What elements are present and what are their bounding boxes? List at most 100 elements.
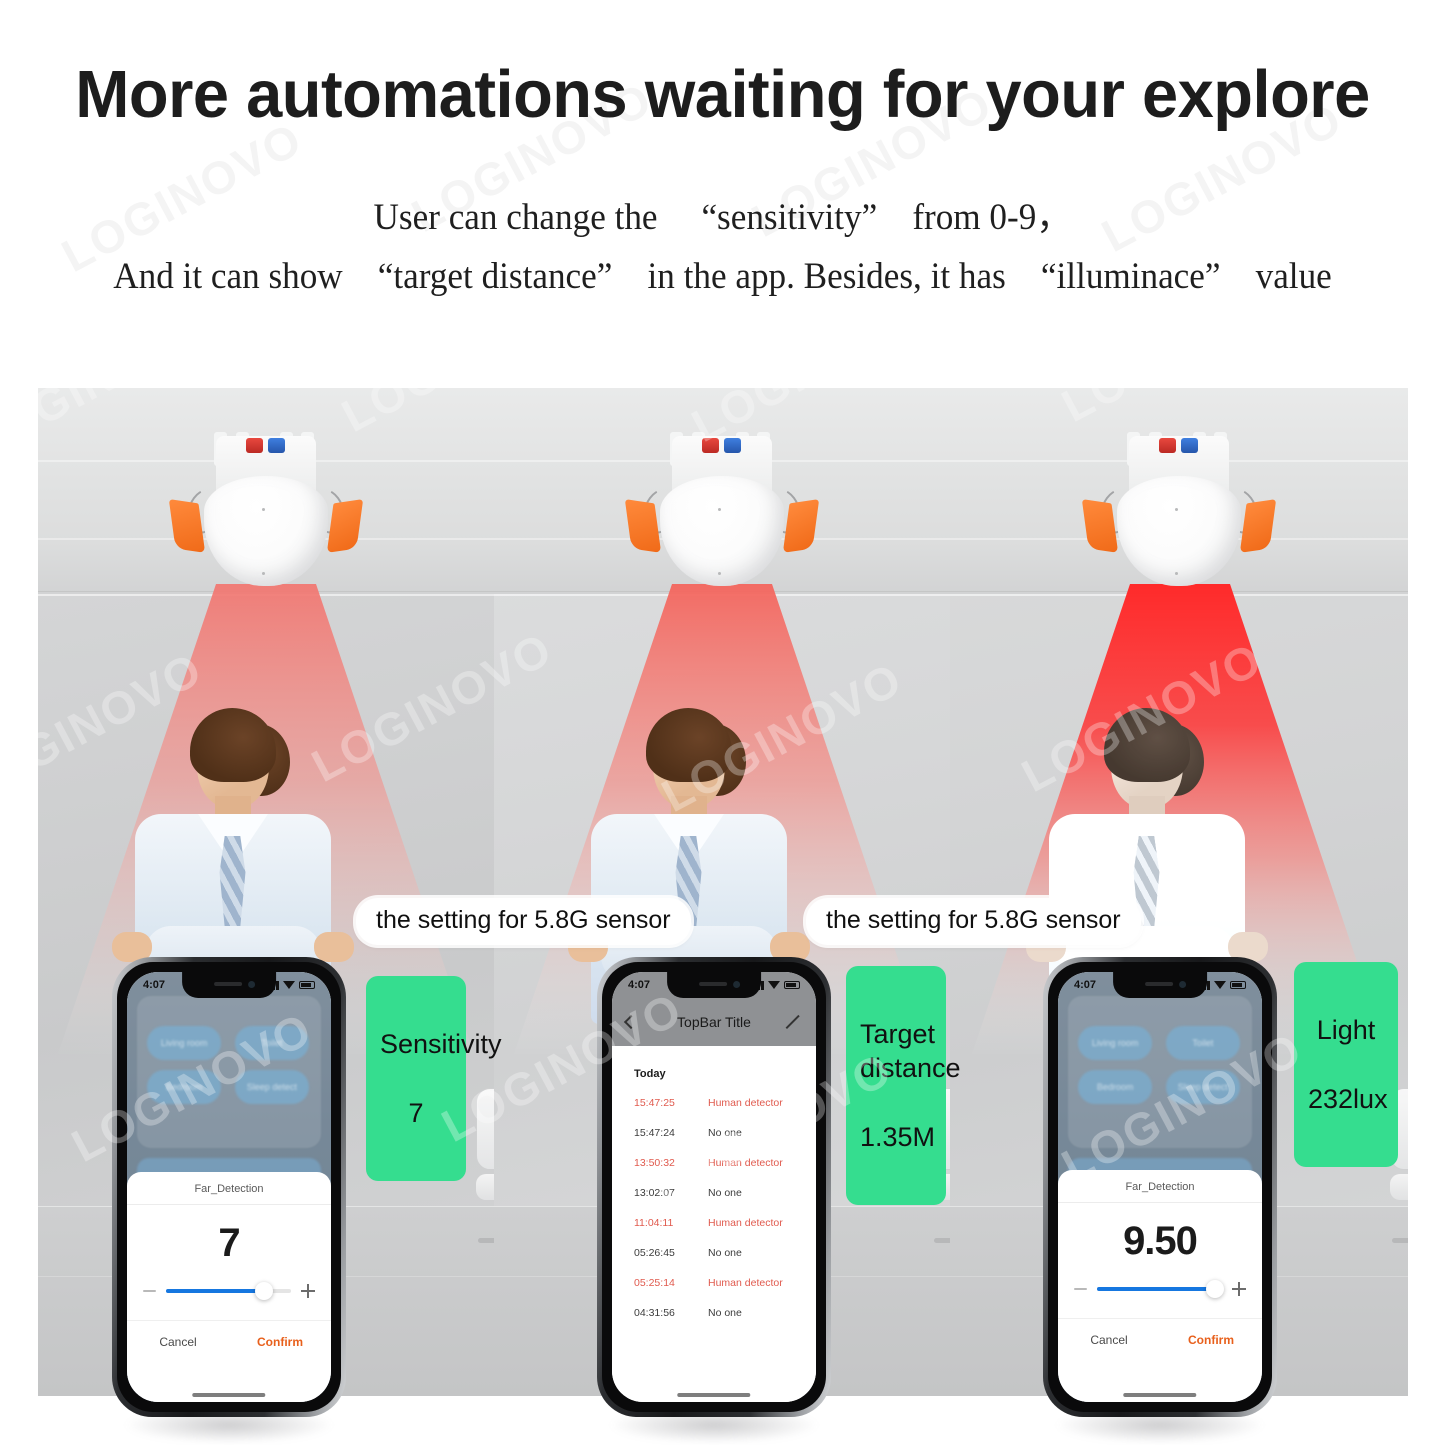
room-pill-label: Toilet	[261, 1038, 283, 1048]
badge-light-label: Light	[1316, 1014, 1376, 1045]
room-pill-label: Bedroom	[165, 1082, 203, 1092]
far-detection-sheet: Far_Detection 9.50 Cancel Confirm	[1058, 1170, 1262, 1402]
log-event: No one	[708, 1247, 742, 1259]
confirm-button[interactable]: Confirm	[229, 1321, 331, 1365]
increment-button[interactable]	[301, 1284, 315, 1298]
room-pill-label: Toilet	[1192, 1038, 1214, 1048]
badge-target-distance-value: 1.35M	[860, 1122, 936, 1153]
confirm-button[interactable]: Confirm	[1160, 1319, 1262, 1363]
earpiece-speaker	[213, 982, 243, 986]
log-row[interactable]: 15:47:25 Human detector	[612, 1088, 816, 1118]
log-row[interactable]: 04:31:56 No one	[612, 1298, 816, 1328]
wifi-icon	[768, 981, 780, 989]
badge-sensitivity-label: Sensitivity	[380, 1028, 502, 1059]
room-pill-toilet[interactable]: Toilet	[1166, 1026, 1240, 1060]
log-event: No one	[708, 1307, 742, 1319]
sheet-value: 7	[218, 1221, 240, 1265]
slider-knob[interactable]	[1205, 1280, 1224, 1298]
room-pill-toilet[interactable]: Toilet	[235, 1026, 309, 1060]
top-bar-title: TopBar Title	[677, 1014, 751, 1030]
log-time: 15:47:24	[634, 1127, 675, 1139]
room-pill-living-room[interactable]: Living room	[147, 1026, 221, 1060]
home-indicator[interactable]	[1123, 1393, 1197, 1397]
badge-sensitivity-value: 7	[408, 1097, 424, 1128]
badge-light: Light 232lux	[1294, 962, 1398, 1167]
room-pill-sleep-detect[interactable]: Sleep detect	[235, 1070, 309, 1104]
front-camera-icon	[248, 981, 256, 988]
slider-knob[interactable]	[254, 1282, 273, 1300]
phone-event-log: Today 15:47:25 Human detector 15:47:24 N…	[597, 957, 831, 1443]
log-event: Human detector	[708, 1277, 783, 1289]
decrement-button[interactable]	[1074, 1288, 1087, 1290]
wifi-icon	[1214, 981, 1226, 989]
slider-track[interactable]	[1097, 1280, 1224, 1298]
log-event: Human detector	[708, 1157, 783, 1169]
wire-terminal-blue	[1181, 438, 1198, 453]
front-camera-icon	[1179, 981, 1187, 988]
far-detection-sheet: Far_Detection 7 Cancel Confirm	[127, 1172, 331, 1402]
front-camera-icon	[733, 981, 741, 988]
section-label-today: Today	[634, 1068, 666, 1080]
sheet-slider-group[interactable]	[127, 1278, 331, 1320]
log-row[interactable]: 15:47:24 No one	[612, 1118, 816, 1148]
log-time: 13:02:07	[634, 1187, 675, 1199]
back-icon[interactable]	[623, 1014, 639, 1030]
room-pill-living-room[interactable]: Living room	[1078, 1026, 1152, 1060]
log-row[interactable]: 11:04:11 Human detector	[612, 1208, 816, 1238]
room-pill-label: Sleep detect	[1177, 1082, 1228, 1092]
log-event: Human detector	[708, 1217, 783, 1229]
subtitle-line-1: User can change the “sensitivity” from 0…	[373, 197, 1072, 238]
pencil-icon[interactable]	[786, 1014, 802, 1030]
room-pill-label: Living room	[160, 1038, 208, 1048]
log-row[interactable]: 05:26:45 No one	[612, 1238, 816, 1268]
battery-icon	[1230, 981, 1246, 989]
cancel-button[interactable]: Cancel	[1058, 1319, 1160, 1363]
room-pill-bedroom[interactable]: Bedroom	[1078, 1070, 1152, 1104]
callout-panel3: the setting for 5.8G sensor	[806, 898, 1141, 945]
increment-button[interactable]	[1232, 1282, 1246, 1296]
slider-track[interactable]	[166, 1282, 291, 1300]
log-event: No one	[708, 1127, 742, 1139]
event-log-body: Today 15:47:25 Human detector 15:47:24 N…	[612, 1046, 816, 1402]
page-title: More automations waiting for your explor…	[75, 57, 1370, 132]
earpiece-speaker	[698, 982, 728, 986]
log-time: 15:47:25	[634, 1097, 675, 1109]
log-time: 13:50:32	[634, 1157, 675, 1169]
sheet-title: Far_Detection	[1125, 1181, 1195, 1193]
notch	[667, 972, 761, 998]
phone-sensitivity: Living room Toilet Bedroom Sleep detect	[112, 957, 346, 1443]
wire-terminal-blue	[724, 438, 741, 453]
badge-sensitivity: Sensitivity 7	[366, 976, 502, 1181]
log-time: 05:25:14	[634, 1277, 675, 1289]
log-event: Human detector	[708, 1097, 783, 1109]
room-pill-label: Sleep detect	[246, 1082, 297, 1092]
phone-light-level: Living room Toilet Bedroom Sleep detect	[1043, 957, 1277, 1443]
badge-target-distance: Target distance 1.35M	[846, 966, 961, 1206]
home-indicator[interactable]	[192, 1393, 266, 1397]
log-row[interactable]: 13:02:07 No one	[612, 1178, 816, 1208]
sheet-value: 9.50	[1123, 1219, 1198, 1263]
log-event: No one	[708, 1187, 742, 1199]
battery-icon	[299, 981, 315, 989]
room-pill-bedroom[interactable]: Bedroom	[147, 1070, 221, 1104]
wire-terminal-red	[702, 438, 719, 453]
wifi-icon	[283, 981, 295, 989]
log-row[interactable]: 05:25:14 Human detector	[612, 1268, 816, 1298]
log-row[interactable]: 13:50:32 Human detector	[612, 1148, 816, 1178]
sheet-title: Far_Detection	[194, 1183, 264, 1195]
badge-light-value: 232lux	[1308, 1083, 1388, 1114]
log-time: 04:31:56	[634, 1307, 675, 1319]
slider-fill	[166, 1289, 264, 1293]
room-pill-sleep-detect[interactable]: Sleep detect	[1166, 1070, 1240, 1104]
cancel-button[interactable]: Cancel	[127, 1321, 229, 1365]
page-root: More automations waiting for your explor…	[0, 0, 1445, 1445]
sheet-slider-group[interactable]	[1058, 1276, 1262, 1318]
wire-terminal-red	[1159, 438, 1176, 453]
earpiece-speaker	[1144, 982, 1174, 986]
ceiling-sensor-device	[168, 430, 364, 598]
log-time: 05:26:45	[634, 1247, 675, 1259]
home-indicator[interactable]	[677, 1393, 751, 1397]
slider-fill	[1097, 1287, 1215, 1291]
decrement-button[interactable]	[143, 1290, 156, 1292]
badge-target-distance-label: Target distance	[860, 1018, 961, 1084]
